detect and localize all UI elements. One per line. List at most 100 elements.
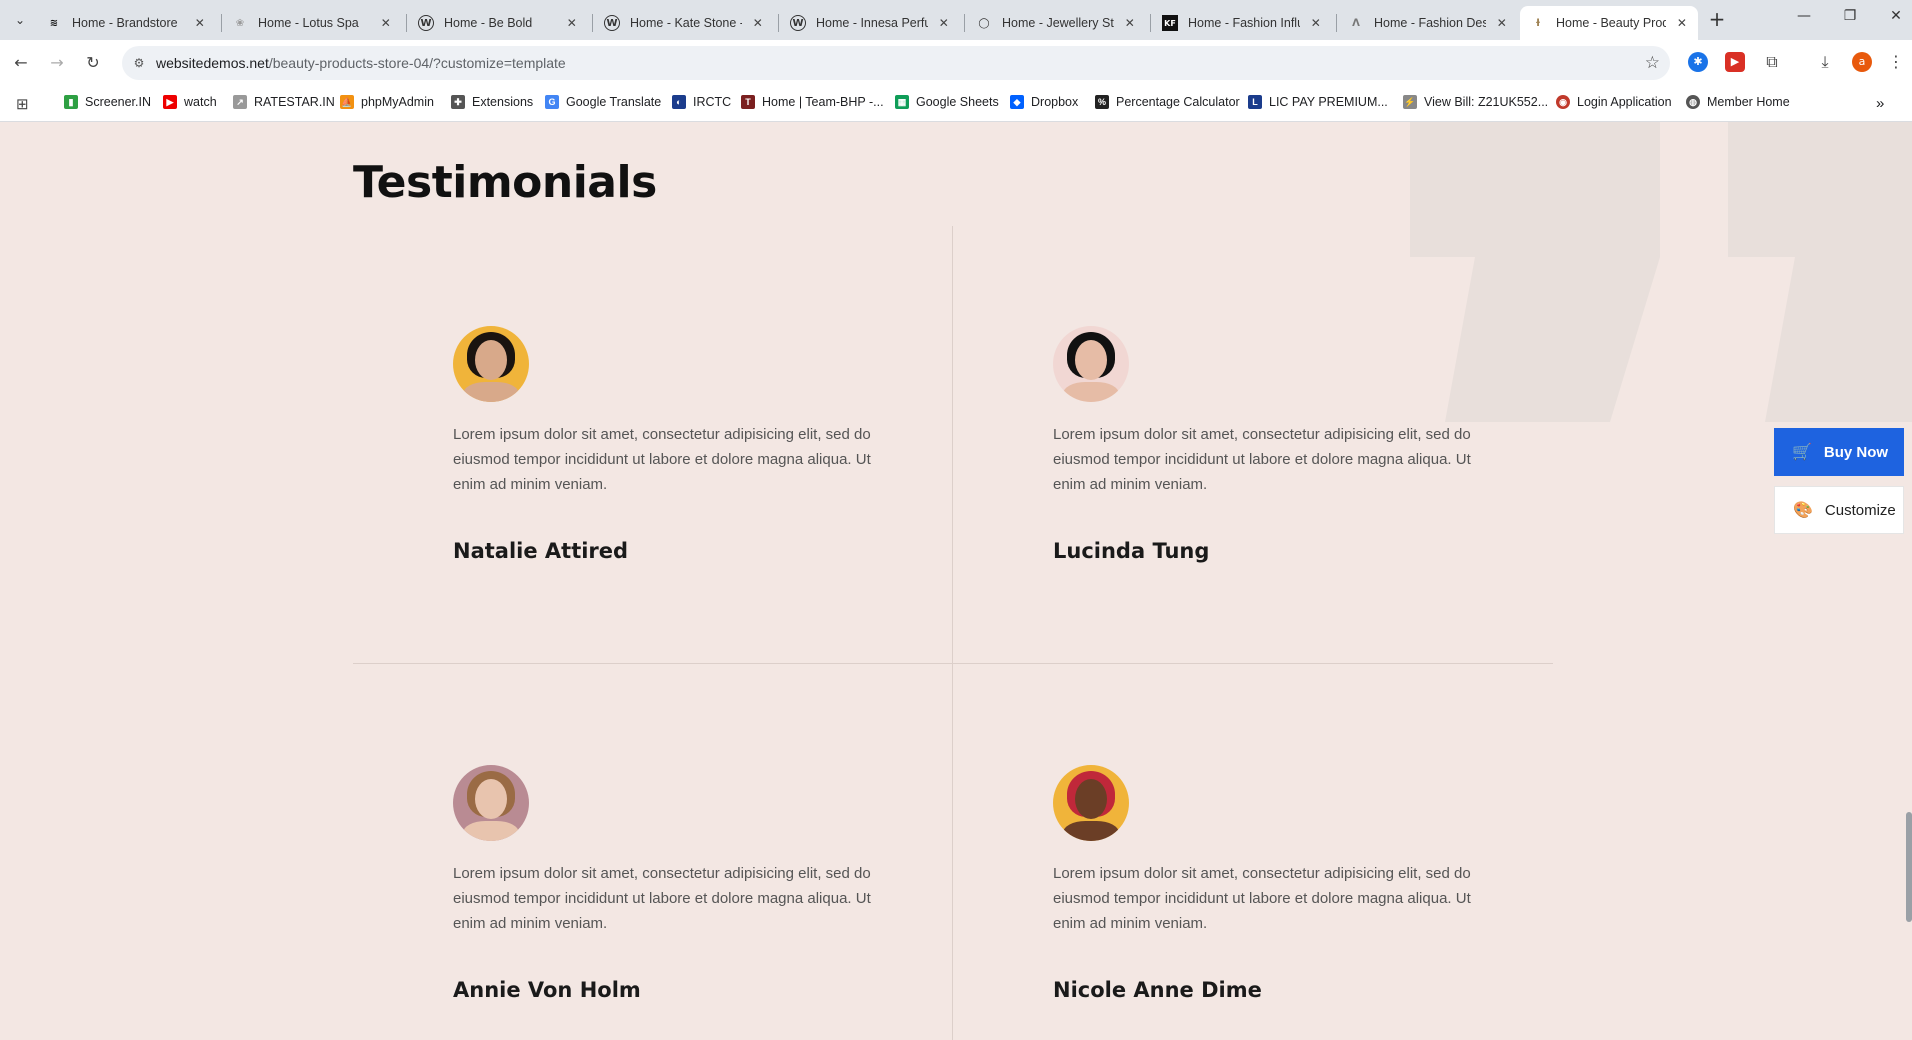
testimonial-name: Nicole Anne Dime [1053, 978, 1262, 1002]
testimonial-quote: Lorem ipsum dolor sit amet, consectetur … [453, 426, 871, 493]
bookmark-lic-pay[interactable]: L LIC PAY PREMIUM... [1248, 95, 1388, 109]
avatar [453, 326, 529, 402]
shield-extension-icon[interactable]: ▶ [1725, 52, 1745, 72]
avatar[interactable]: a [1852, 52, 1872, 72]
grid-divider-vertical [952, 226, 953, 1040]
back-arrow-icon[interactable]: ← [10, 52, 32, 74]
bookmark-percentage-calculator[interactable]: % Percentage Calculator [1095, 95, 1240, 109]
fashion-icon: ᐱ [1352, 17, 1360, 29]
kf-icon: KF [1162, 15, 1178, 31]
testimonial-quote: Lorem ipsum dolor sit amet, consectetur … [453, 865, 871, 932]
youtube-icon: ▶ [163, 95, 177, 109]
bookmark-view-bill[interactable]: ⚡ View Bill: Z21UK552... [1403, 95, 1548, 109]
leaf-icon: ɫ [1535, 17, 1541, 29]
tab-kate-stone[interactable]: W Home - Kate Stone - ✕ [594, 6, 774, 40]
bookmark-watch[interactable]: ▶ watch [163, 95, 217, 109]
bookmark-member-home[interactable]: ◍ Member Home [1686, 95, 1790, 109]
close-icon[interactable]: ✕ [1310, 16, 1322, 30]
percent-icon: % [1095, 95, 1109, 109]
bookmark-google-sheets[interactable]: ▦ Google Sheets [895, 95, 999, 109]
page-content: Testimonials Lorem ipsum dolor sit amet,… [0, 122, 1912, 1040]
reload-icon[interactable]: ↻ [82, 52, 104, 74]
bookmark-star-icon[interactable]: ☆ [1645, 53, 1660, 73]
bookmark-team-bhp[interactable]: T Home | Team-BHP -... [741, 95, 884, 109]
cart-icon: 🛒 [1792, 444, 1812, 461]
ring-icon: ◯ [978, 17, 990, 29]
window-close-icon[interactable]: ✕ [1884, 8, 1908, 24]
testimonial-name: Annie Von Holm [453, 978, 641, 1002]
minimize-icon[interactable]: — [1792, 8, 1816, 24]
team-bhp-icon: T [741, 95, 755, 109]
tab-brandstore[interactable]: ≋ Home - Brandstore ✕ [36, 6, 216, 40]
tab-strip: ⌄ ≋ Home - Brandstore ✕ ❀ Home - Lotus S… [0, 0, 1912, 40]
puzzle-icon: ✚ [451, 95, 465, 109]
testimonial-card: Lorem ipsum dolor sit amet, consectetur … [453, 326, 873, 563]
tab-beauty-products[interactable]: ɫ Home - Beauty Produ ✕ [1520, 6, 1698, 40]
bookmark-irctc[interactable]: ◐ IRCTC [672, 95, 731, 109]
bookmarks-overflow-icon[interactable]: » [1876, 95, 1884, 112]
close-icon[interactable]: ✕ [1496, 16, 1508, 30]
bookmark-google-translate[interactable]: G Google Translate [545, 95, 661, 109]
restore-icon[interactable]: ❐ [1838, 8, 1862, 24]
close-icon[interactable]: ✕ [752, 16, 764, 30]
lotus-icon: ❀ [235, 17, 245, 29]
bookmark-phpmyadmin[interactable]: ⛵ phpMyAdmin [340, 95, 434, 109]
close-icon[interactable]: ✕ [380, 16, 392, 30]
bookmark-extensions[interactable]: ✚ Extensions [451, 95, 533, 109]
tab-innesa-perfume[interactable]: W Home - Innesa Perfum ✕ [780, 6, 960, 40]
address-bar[interactable]: ⚙ websitedemos.net/beauty-products-store… [122, 46, 1670, 80]
puzzle-icon[interactable]: ⧉ [1762, 52, 1782, 72]
navigation-toolbar: ← → ↻ ⚙ websitedemos.net/beauty-products… [0, 40, 1912, 86]
lic-icon: L [1248, 95, 1262, 109]
irctc-icon: ◐ [672, 95, 686, 109]
sheets-icon: ▦ [895, 95, 909, 109]
close-icon[interactable]: ✕ [1124, 16, 1136, 30]
phpmyadmin-icon: ⛵ [340, 95, 354, 109]
site-info-icon[interactable]: ⚙ [130, 54, 148, 72]
testimonial-name: Lucinda Tung [1053, 539, 1210, 563]
tab-lotus-spa[interactable]: ❀ Home - Lotus Spa ✕ [222, 6, 402, 40]
login-icon: ◉ [1556, 95, 1570, 109]
bookmark-login-application[interactable]: ◉ Login Application [1556, 95, 1672, 109]
avatar [1053, 326, 1129, 402]
close-icon[interactable]: ✕ [566, 16, 578, 30]
forward-arrow-icon[interactable]: → [46, 52, 68, 74]
globe-icon: ◍ [1686, 95, 1700, 109]
wordpress-icon: W [418, 15, 434, 31]
customize-button[interactable]: 🎨 Customize [1774, 486, 1904, 534]
grid-divider-horizontal [353, 663, 1553, 664]
dropbox-icon: ◆ [1010, 95, 1024, 109]
bookmark-dropbox[interactable]: ◆ Dropbox [1010, 95, 1078, 109]
apps-grid-icon[interactable]: ⊞ [16, 95, 29, 113]
url-text[interactable]: websitedemos.net/beauty-products-store-0… [156, 55, 566, 71]
buy-now-button[interactable]: 🛒 Buy Now [1774, 428, 1904, 476]
testimonial-card: Lorem ipsum dolor sit amet, consectetur … [1053, 326, 1473, 563]
testimonial-name: Natalie Attired [453, 539, 629, 563]
extension-icon[interactable]: ✱ [1688, 52, 1708, 72]
scrollbar-thumb[interactable] [1906, 812, 1912, 922]
tab-fashion-influencer[interactable]: KF Home - Fashion Influ ✕ [1152, 6, 1332, 40]
tab-jewellery-store[interactable]: ◯ Home - Jewellery Sto ✕ [966, 6, 1146, 40]
browser-chrome: ⌄ ≋ Home - Brandstore ✕ ❀ Home - Lotus S… [0, 0, 1912, 122]
new-tab-button[interactable]: + [1705, 8, 1729, 32]
scrollbar[interactable] [1906, 122, 1912, 1040]
ratestar-icon: ↗ [233, 95, 247, 109]
tab-be-bold[interactable]: W Home - Be Bold ✕ [408, 6, 588, 40]
bookmark-screener[interactable]: ▮ Screener.IN [64, 95, 151, 109]
close-icon[interactable]: ✕ [194, 16, 206, 30]
download-icon[interactable]: ⤓ [1815, 52, 1835, 72]
avatar [1053, 765, 1129, 841]
close-icon[interactable]: ✕ [1676, 16, 1688, 30]
testimonial-card: Lorem ipsum dolor sit amet, consectetur … [453, 765, 873, 1002]
close-icon[interactable]: ✕ [938, 16, 950, 30]
wordpress-icon: W [604, 15, 620, 31]
bookmark-ratestar[interactable]: ↗ RATESTAR.IN [233, 95, 335, 109]
bookmarks-bar: ⊞ ▮ Screener.IN ▶ watch ↗ RATESTAR.IN ⛵ phpM… [0, 86, 1912, 122]
tab-search-icon[interactable]: ⌄ [10, 10, 30, 30]
brandstore-icon: ≋ [49, 17, 59, 29]
tab-fashion-designer[interactable]: ᐱ Home - Fashion Desi ✕ [1338, 6, 1518, 40]
page-title: Testimonials [353, 157, 657, 208]
testimonial-card: Lorem ipsum dolor sit amet, consectetur … [1053, 765, 1473, 1002]
more-menu-icon[interactable]: ⋮ [1886, 52, 1906, 72]
translate-icon: G [545, 95, 559, 109]
